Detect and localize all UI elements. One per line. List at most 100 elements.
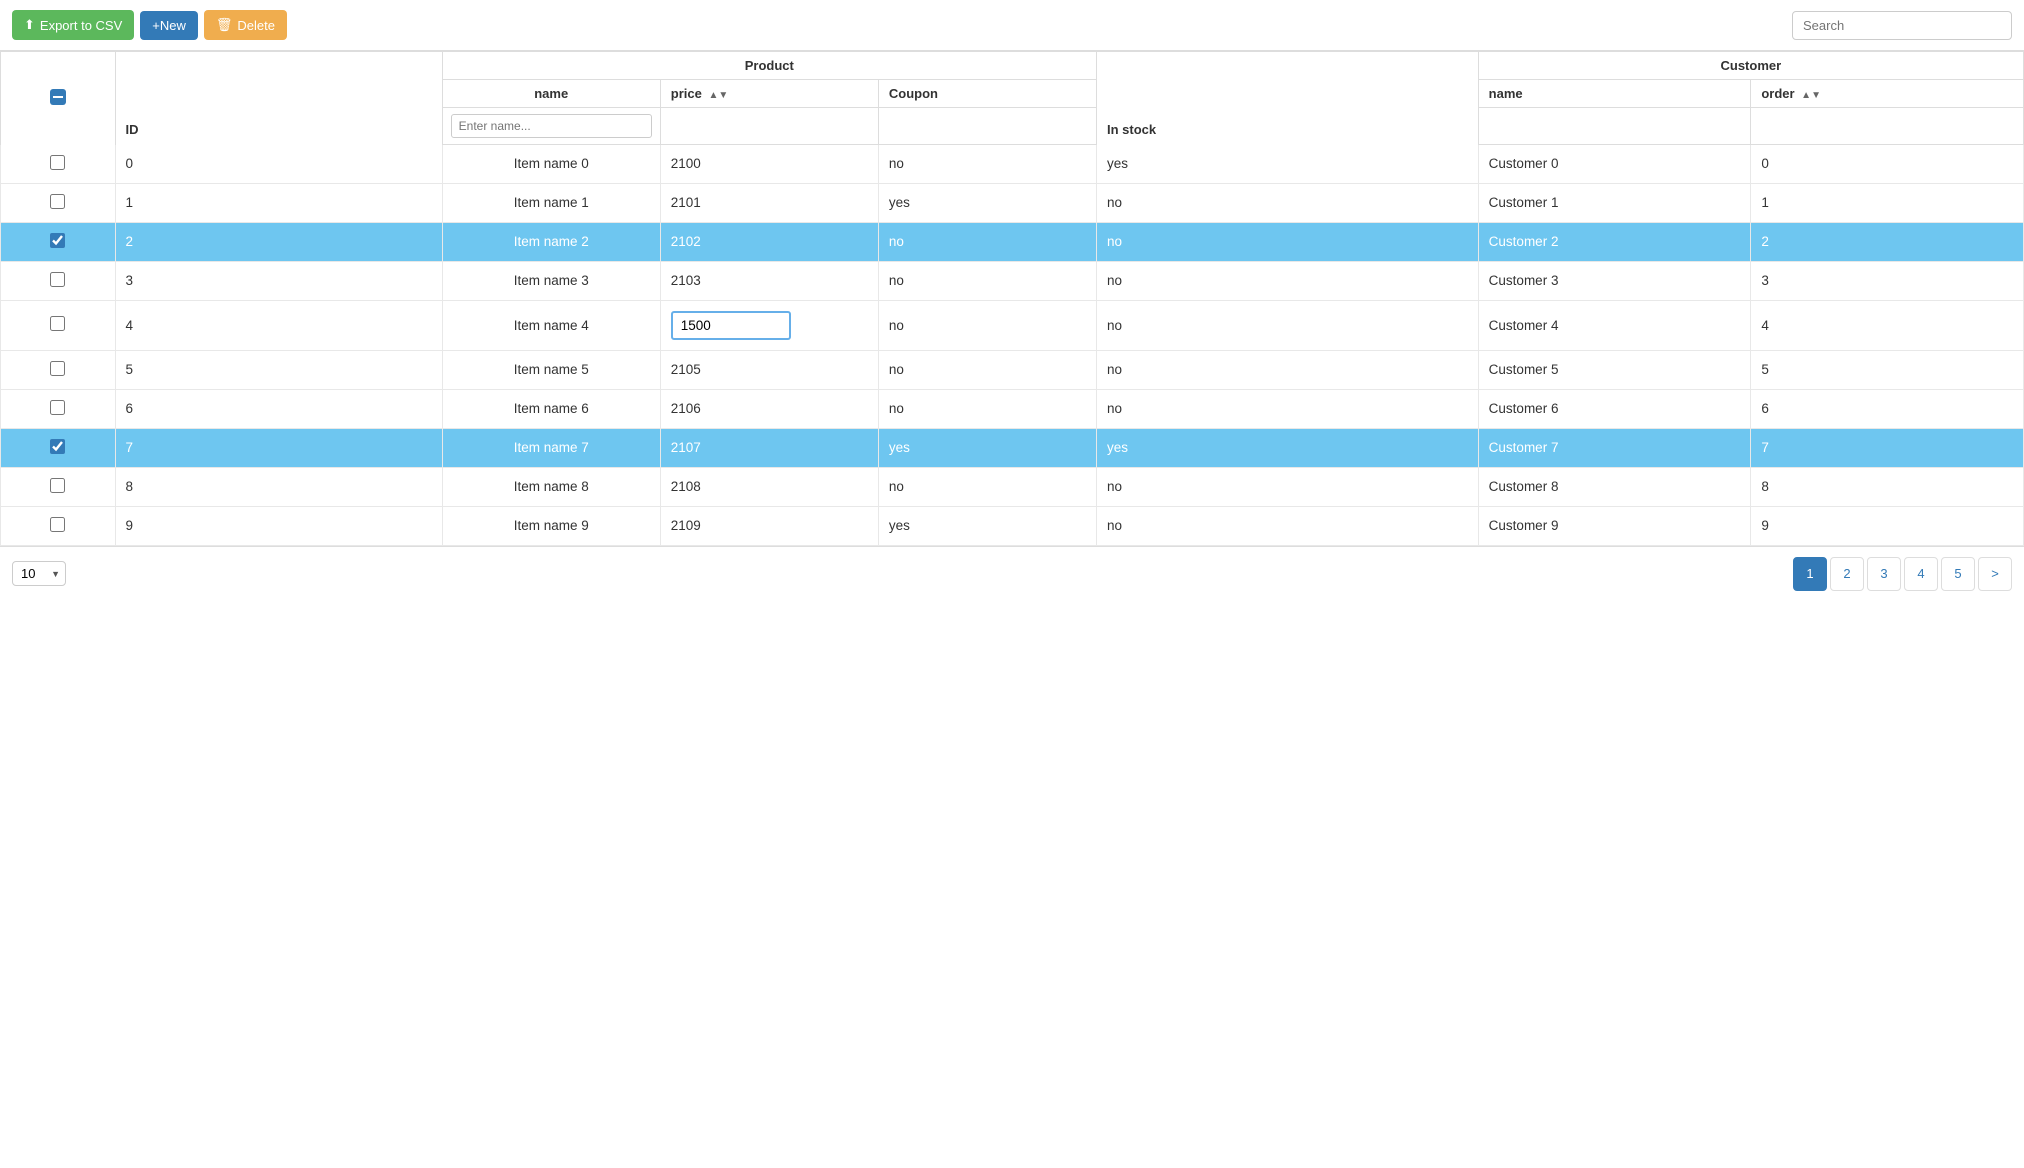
- row-id: 2: [115, 222, 442, 261]
- row-checkbox-cell: [1, 350, 116, 389]
- row-checkbox[interactable]: [50, 517, 65, 532]
- row-checkbox[interactable]: [50, 316, 65, 331]
- pagination: 12345>: [1793, 557, 2012, 591]
- row-in-stock: no: [1096, 300, 1478, 350]
- table-row: 1Item name 12101yesnoCustomer 11: [1, 183, 2024, 222]
- pagination-bar: 102550100 12345>: [0, 546, 2024, 601]
- price-col-header[interactable]: price ▲▼: [660, 80, 878, 108]
- row-customer-name: Customer 6: [1478, 389, 1751, 428]
- row-price: 2108: [660, 467, 878, 506]
- price-edit-input[interactable]: [671, 311, 791, 340]
- row-in-stock: no: [1096, 506, 1478, 545]
- row-checkbox[interactable]: [50, 194, 65, 209]
- row-order: 1: [1751, 183, 2024, 222]
- row-checkbox[interactable]: [50, 478, 65, 493]
- row-in-stock: no: [1096, 389, 1478, 428]
- row-price: 2101: [660, 183, 878, 222]
- row-in-stock: no: [1096, 350, 1478, 389]
- row-customer-name: Customer 8: [1478, 467, 1751, 506]
- row-order: 7: [1751, 428, 2024, 467]
- row-checkbox[interactable]: [50, 361, 65, 376]
- search-input[interactable]: [1792, 11, 2012, 40]
- row-id: 9: [115, 506, 442, 545]
- row-checkbox-cell: [1, 300, 116, 350]
- page-button-4[interactable]: 4: [1904, 557, 1938, 591]
- coupon-filter-cell: [878, 108, 1096, 145]
- order-sort-icon: ▲▼: [1801, 90, 1821, 101]
- row-item-name: Item name 0: [442, 145, 660, 184]
- row-checkbox[interactable]: [50, 233, 65, 248]
- row-checkbox-cell: [1, 506, 116, 545]
- row-checkbox[interactable]: [50, 155, 65, 170]
- cust-name-col-header: name: [1478, 80, 1751, 108]
- row-id: 8: [115, 467, 442, 506]
- page-button-3[interactable]: 3: [1867, 557, 1901, 591]
- row-in-stock: no: [1096, 261, 1478, 300]
- row-order: 3: [1751, 261, 2024, 300]
- row-coupon: no: [878, 145, 1096, 184]
- row-customer-name: Customer 1: [1478, 183, 1751, 222]
- row-coupon: no: [878, 222, 1096, 261]
- row-item-name: Item name 9: [442, 506, 660, 545]
- row-id: 5: [115, 350, 442, 389]
- instock-header: In stock: [1096, 52, 1478, 145]
- row-item-name: Item name 2: [442, 222, 660, 261]
- per-page-select[interactable]: 102550100: [12, 561, 66, 586]
- row-order: 2: [1751, 222, 2024, 261]
- row-checkbox[interactable]: [50, 439, 65, 454]
- table-row: 0Item name 02100noyesCustomer 00: [1, 145, 2024, 184]
- row-checkbox-cell: [1, 261, 116, 300]
- row-price: 2105: [660, 350, 878, 389]
- row-coupon: yes: [878, 183, 1096, 222]
- header-group-row: ID Product In stock Customer: [1, 52, 2024, 80]
- delete-icon: 🗑: [216, 17, 233, 33]
- export-csv-button[interactable]: ⬆ Export to CSV: [12, 10, 134, 40]
- table-row: 8Item name 82108nonoCustomer 88: [1, 467, 2024, 506]
- row-id: 3: [115, 261, 442, 300]
- order-col-header[interactable]: order ▲▼: [1751, 80, 2024, 108]
- row-checkbox-cell: [1, 428, 116, 467]
- page-button-1[interactable]: 1: [1793, 557, 1827, 591]
- row-customer-name: Customer 3: [1478, 261, 1751, 300]
- page-button-2[interactable]: 2: [1830, 557, 1864, 591]
- select-all-header[interactable]: [1, 52, 116, 145]
- row-checkbox[interactable]: [50, 400, 65, 415]
- row-coupon: no: [878, 350, 1096, 389]
- row-price: [660, 300, 878, 350]
- delete-button[interactable]: 🗑 Delete: [204, 10, 287, 40]
- row-in-stock: no: [1096, 222, 1478, 261]
- name-col-header[interactable]: name: [442, 80, 660, 108]
- export-label: Export to CSV: [40, 18, 122, 33]
- table-row: 7Item name 72107yesyesCustomer 77: [1, 428, 2024, 467]
- export-icon: ⬆: [24, 17, 35, 33]
- row-price: 2102: [660, 222, 878, 261]
- delete-label: Delete: [237, 18, 275, 33]
- row-customer-name: Customer 0: [1478, 145, 1751, 184]
- table-row: 4Item name 4nonoCustomer 44: [1, 300, 2024, 350]
- row-order: 4: [1751, 300, 2024, 350]
- row-in-stock: yes: [1096, 145, 1478, 184]
- row-id: 7: [115, 428, 442, 467]
- row-item-name: Item name 1: [442, 183, 660, 222]
- row-id: 6: [115, 389, 442, 428]
- row-coupon: no: [878, 300, 1096, 350]
- row-item-name: Item name 4: [442, 300, 660, 350]
- row-order: 6: [1751, 389, 2024, 428]
- toolbar: ⬆ Export to CSV +New 🗑 Delete: [0, 0, 2024, 51]
- page-button-5[interactable]: 5: [1941, 557, 1975, 591]
- row-in-stock: no: [1096, 467, 1478, 506]
- row-customer-name: Customer 9: [1478, 506, 1751, 545]
- table-row: 9Item name 92109yesnoCustomer 99: [1, 506, 2024, 545]
- per-page-wrap: 102550100: [12, 561, 66, 586]
- page-next-button[interactable]: >: [1978, 557, 2012, 591]
- price-sort-icon: ▲▼: [708, 90, 728, 101]
- name-filter-input[interactable]: [451, 114, 652, 138]
- data-table: ID Product In stock Customer name price: [0, 51, 2024, 546]
- new-button[interactable]: +New: [140, 11, 198, 40]
- select-all-icon[interactable]: [50, 89, 66, 105]
- product-group-header: Product: [442, 52, 1096, 80]
- row-price: 2106: [660, 389, 878, 428]
- row-checkbox[interactable]: [50, 272, 65, 287]
- table-row: 2Item name 22102nonoCustomer 22: [1, 222, 2024, 261]
- data-table-wrap: ID Product In stock Customer name price: [0, 51, 2024, 546]
